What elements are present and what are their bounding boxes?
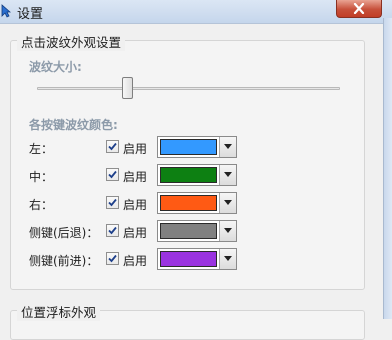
dropdown-button[interactable] [219, 193, 236, 213]
cursor-arrow-icon [1, 4, 11, 18]
side-back-color-swatch [160, 223, 217, 239]
window-title: 设置 [17, 7, 44, 22]
left-color-swatch [160, 139, 217, 155]
row-label: 左： [29, 142, 54, 156]
enable-right-checkbox[interactable] [106, 196, 119, 209]
checkmark-icon [108, 198, 117, 207]
enable-side-forward-checkbox[interactable] [106, 252, 119, 265]
close-button[interactable] [336, 0, 382, 18]
ripple-size-slider-track[interactable] [37, 87, 340, 90]
row-label: 侧键(后退)： [29, 226, 99, 240]
enable-middle-checkbox[interactable] [106, 168, 119, 181]
row-label: 中： [29, 170, 54, 184]
ripple-size-label: 波纹大小: [29, 60, 82, 74]
row-label: 右： [29, 198, 54, 212]
float-indicator-group-title: 位置浮标外观 [17, 302, 101, 321]
side-back-color-dropdown[interactable] [157, 220, 237, 242]
color-row-left: 左： 启用 [0, 136, 383, 158]
row-label: 侧键(前进)： [29, 254, 99, 268]
color-row-middle: 中： 启用 [0, 164, 383, 186]
enable-label: 启用 [123, 142, 148, 156]
color-row-right: 右： 启用 [0, 192, 383, 214]
dropdown-button[interactable] [219, 249, 236, 269]
enable-label: 启用 [123, 198, 148, 212]
close-icon [353, 3, 365, 14]
window-frame-right [383, 18, 392, 319]
enable-label: 启用 [123, 226, 148, 240]
chevron-down-icon [224, 256, 232, 261]
checkmark-icon [108, 254, 117, 263]
dropdown-button[interactable] [219, 165, 236, 185]
title-bar[interactable]: 设置 [0, 0, 392, 24]
ripple-size-slider-thumb[interactable] [121, 77, 133, 99]
checkmark-icon [108, 142, 117, 151]
float-indicator-group: 位置浮标外观 [10, 302, 365, 340]
color-row-side-back: 侧键(后退)： 启用 [0, 220, 383, 242]
right-color-dropdown[interactable] [157, 192, 237, 214]
chevron-down-icon [224, 172, 232, 177]
right-color-swatch [160, 195, 217, 211]
checkmark-icon [108, 226, 117, 235]
dropdown-button[interactable] [219, 221, 236, 241]
enable-label: 启用 [123, 254, 148, 268]
dropdown-button[interactable] [219, 137, 236, 157]
button-colors-label: 各按键波纹颜色: [29, 118, 118, 132]
checkmark-icon [108, 170, 117, 179]
left-color-dropdown[interactable] [157, 136, 237, 158]
color-row-side-forward: 侧键(前进)： 启用 [0, 248, 383, 270]
chevron-down-icon [224, 144, 232, 149]
middle-color-dropdown[interactable] [157, 164, 237, 186]
side-forward-color-dropdown[interactable] [157, 248, 237, 270]
side-forward-color-swatch [160, 251, 217, 267]
click-ripple-group-title: 点击波纹外观设置 [17, 32, 126, 51]
middle-color-swatch [160, 167, 217, 183]
enable-side-back-checkbox[interactable] [106, 224, 119, 237]
enable-label: 启用 [123, 170, 148, 184]
chevron-down-icon [224, 228, 232, 233]
chevron-down-icon [224, 200, 232, 205]
enable-left-checkbox[interactable] [106, 140, 119, 153]
